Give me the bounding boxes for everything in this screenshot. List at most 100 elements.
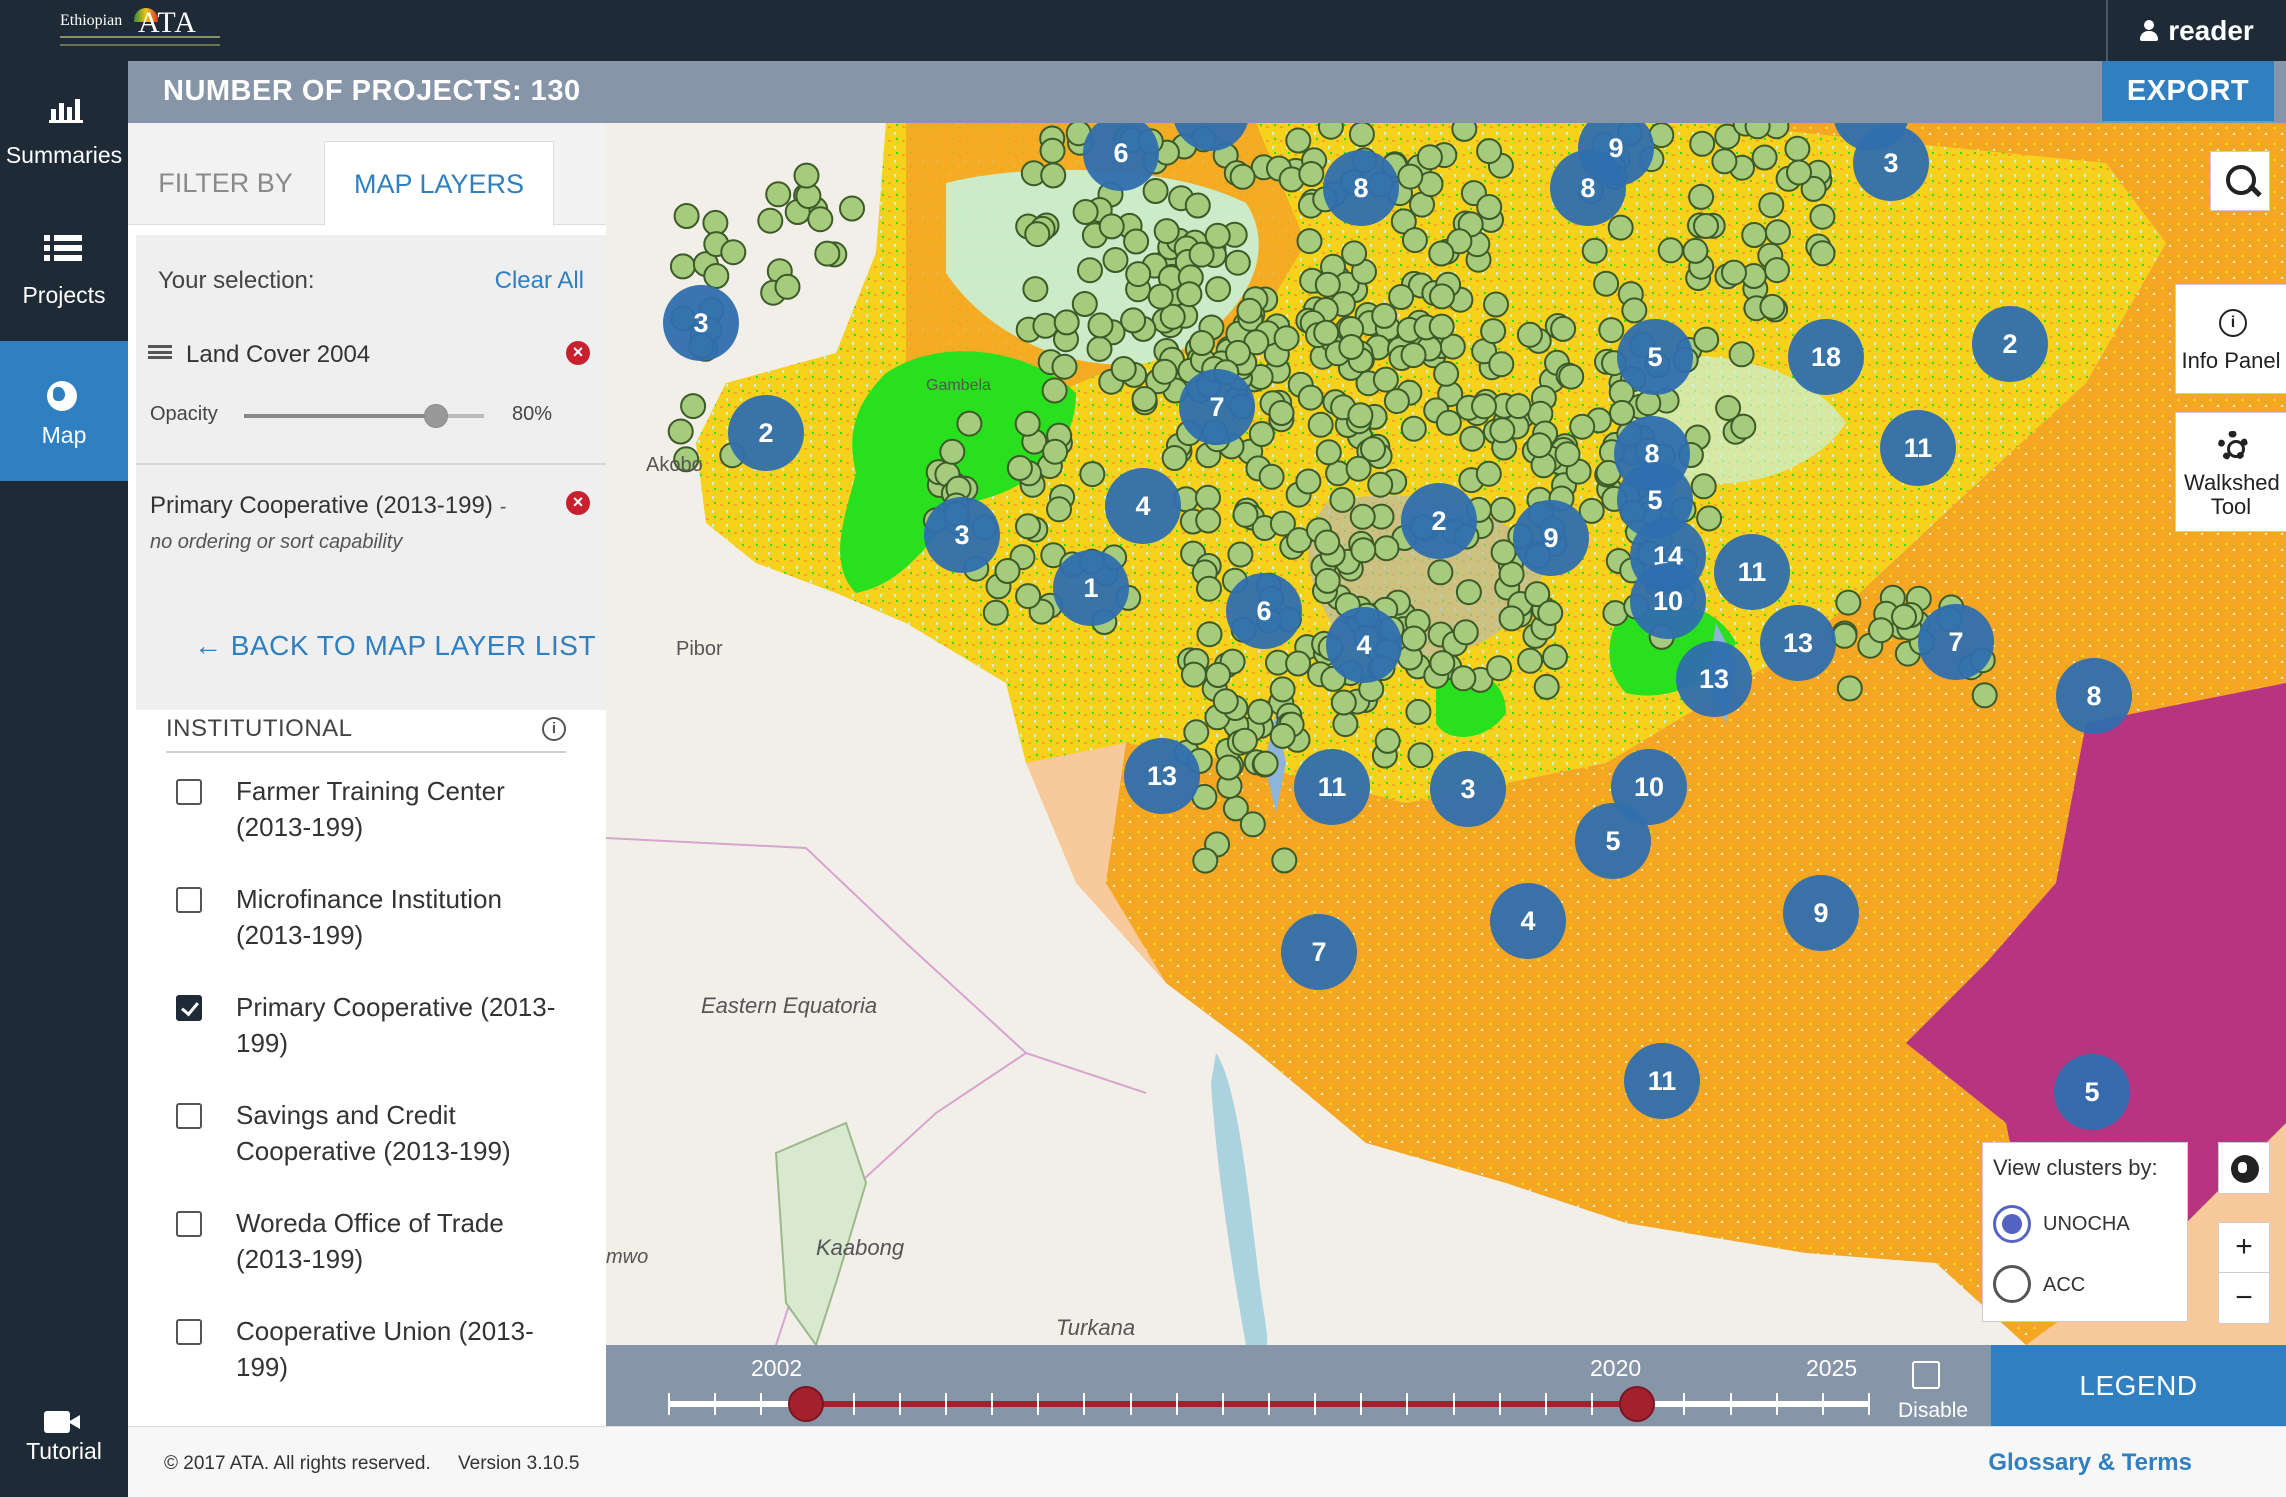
project-marker[interactable] [1416, 144, 1443, 171]
project-marker[interactable] [939, 438, 966, 465]
layer-option-checkbox[interactable] [176, 1319, 202, 1345]
project-marker[interactable] [1542, 644, 1568, 670]
project-marker[interactable] [1401, 227, 1428, 254]
project-marker[interactable] [1195, 507, 1222, 534]
project-marker[interactable] [1042, 438, 1069, 465]
project-marker[interactable] [1087, 312, 1114, 339]
project-marker[interactable] [807, 206, 834, 233]
cluster-bubble[interactable]: 5 [2054, 1054, 2130, 1130]
project-marker[interactable] [1015, 583, 1042, 610]
project-marker[interactable] [1558, 363, 1585, 390]
cluster-bubble[interactable]: 1 [1053, 550, 1129, 626]
project-marker[interactable] [1153, 218, 1180, 245]
project-marker[interactable] [1032, 312, 1059, 339]
project-marker[interactable] [1554, 441, 1581, 468]
project-marker[interactable] [1248, 421, 1275, 447]
project-marker[interactable] [982, 599, 1009, 626]
project-marker[interactable] [1053, 309, 1080, 336]
project-marker[interactable] [669, 253, 696, 280]
project-marker[interactable] [1405, 698, 1432, 725]
project-marker[interactable] [1258, 463, 1285, 490]
project-marker[interactable] [1269, 722, 1296, 749]
cluster-bubble[interactable]: 8 [1323, 150, 1399, 226]
nav-tutorial[interactable]: Tutorial [0, 1357, 128, 1497]
zoom-in-button[interactable]: + [2219, 1223, 2269, 1273]
project-marker[interactable] [765, 181, 792, 208]
project-marker[interactable] [1041, 377, 1068, 404]
project-marker[interactable] [1451, 123, 1478, 142]
cluster-bubble[interactable]: 13 [1676, 641, 1752, 717]
project-marker[interactable] [956, 410, 983, 437]
project-marker[interactable] [1526, 432, 1553, 459]
project-marker[interactable] [1450, 665, 1477, 692]
project-marker[interactable] [1332, 711, 1359, 738]
project-marker[interactable] [1516, 321, 1543, 348]
project-marker[interactable] [1433, 360, 1460, 387]
project-marker[interactable] [1383, 388, 1410, 415]
nav-summaries[interactable]: Summaries [0, 61, 128, 201]
project-marker[interactable] [1015, 513, 1041, 540]
project-marker[interactable] [720, 239, 747, 266]
project-marker[interactable] [1224, 249, 1251, 276]
project-marker[interactable] [1533, 673, 1560, 700]
project-marker[interactable] [1429, 650, 1456, 677]
cluster-bubble[interactable]: 7 [1281, 914, 1357, 990]
layer-option[interactable]: Primary Cooperative (2013-199) [176, 989, 576, 1089]
project-marker[interactable] [1741, 222, 1768, 248]
project-marker[interactable] [1161, 445, 1188, 471]
project-marker[interactable] [1285, 127, 1312, 154]
project-marker[interactable] [1125, 261, 1152, 288]
project-marker[interactable] [673, 203, 700, 229]
project-marker[interactable] [1372, 366, 1399, 393]
project-marker[interactable] [1183, 719, 1210, 746]
project-marker[interactable] [1593, 270, 1620, 297]
project-marker[interactable] [1868, 617, 1894, 644]
project-marker[interactable] [1086, 335, 1113, 362]
project-marker[interactable] [1891, 603, 1917, 630]
project-marker[interactable] [1505, 393, 1532, 420]
project-marker[interactable] [1711, 148, 1738, 175]
cluster-bubble[interactable]: 7 [1179, 369, 1255, 445]
tab-filter-by[interactable]: FILTER BY [128, 141, 323, 226]
disable-timeline-checkbox[interactable] [1912, 1361, 1940, 1389]
project-marker[interactable] [1295, 468, 1322, 495]
cluster-bubble[interactable]: 6 [1226, 573, 1302, 649]
project-marker[interactable] [1598, 317, 1625, 344]
cluster-bubble[interactable]: 7 [1918, 604, 1994, 680]
nav-projects[interactable]: Projects [0, 201, 128, 341]
project-marker[interactable] [1486, 655, 1513, 682]
project-marker[interactable] [1758, 192, 1785, 219]
project-marker[interactable] [1971, 682, 1998, 709]
project-marker[interactable] [1268, 400, 1295, 426]
project-marker[interactable] [1232, 501, 1259, 528]
project-marker[interactable] [1014, 410, 1041, 437]
project-marker[interactable] [1459, 425, 1486, 452]
cluster-bubble[interactable]: 10 [1630, 563, 1706, 639]
project-marker[interactable] [1428, 313, 1455, 340]
cluster-bubble[interactable]: 5 [1575, 803, 1651, 879]
opacity-slider-thumb[interactable] [424, 404, 448, 428]
project-marker[interactable] [1314, 567, 1341, 594]
project-marker[interactable] [1471, 393, 1497, 420]
project-marker[interactable] [1347, 402, 1374, 429]
project-marker[interactable] [1151, 358, 1178, 385]
project-marker[interactable] [1831, 622, 1858, 649]
project-marker[interactable] [1024, 221, 1051, 248]
remove-layer-icon[interactable]: × [566, 491, 590, 515]
project-marker[interactable] [1835, 589, 1862, 616]
project-marker[interactable] [1231, 727, 1258, 754]
project-marker[interactable] [1569, 413, 1596, 440]
layer-option[interactable]: Farmer Training Center (2013-199) [176, 773, 576, 873]
project-marker[interactable] [1345, 455, 1372, 482]
timeline-track[interactable] [668, 1386, 1870, 1422]
cluster-bubble[interactable]: 8 [2056, 658, 2132, 734]
project-marker[interactable] [1205, 276, 1232, 303]
project-marker[interactable] [1341, 240, 1368, 267]
cluster-bubble[interactable]: 2 [1972, 306, 2048, 382]
project-marker[interactable] [1682, 237, 1709, 264]
cluster-bubble[interactable]: 4 [1326, 607, 1402, 683]
back-to-map-layer-list-link[interactable]: ← BACK TO MAP LAYER LIST [194, 630, 596, 662]
project-marker[interactable] [1176, 281, 1203, 308]
project-marker[interactable] [1350, 537, 1377, 564]
project-marker[interactable] [1696, 505, 1723, 532]
